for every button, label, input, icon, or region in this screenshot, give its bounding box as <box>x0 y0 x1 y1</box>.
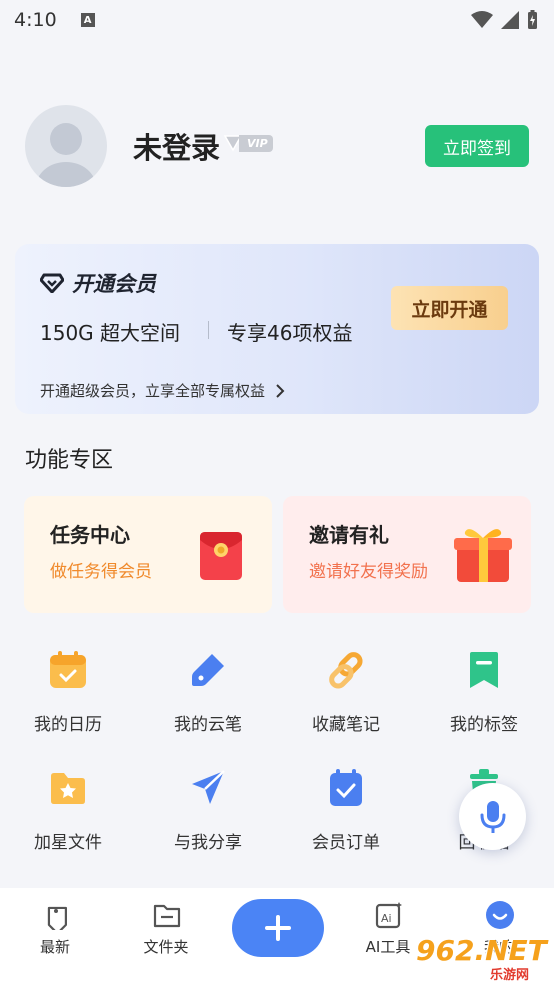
calendar-icon <box>50 651 86 688</box>
default-avatar-icon <box>36 123 96 187</box>
watermark-sub: 乐游网 <box>490 968 530 983</box>
add-button[interactable] <box>232 899 324 957</box>
open-vip-button[interactable]: 立即开通 <box>391 286 508 330</box>
vip-bottom-text: 开通超级会员，立享全部专属权益 <box>40 382 266 400</box>
task-center-card[interactable]: 任务中心 做任务得会员 <box>24 496 272 613</box>
status-icons <box>471 10 538 30</box>
wifi-icon <box>471 11 493 28</box>
nav-latest[interactable]: 最新 <box>5 888 105 984</box>
signal-icon <box>501 11 519 29</box>
diamond-icon <box>40 273 64 293</box>
tag-icon <box>47 906 67 930</box>
grid-label: 我的日历 <box>34 715 102 735</box>
promo-subtitle: 邀请好友得奖励 <box>309 562 428 582</box>
grid-item-calendar[interactable]: 我的日历 <box>10 650 126 750</box>
vip-bottom-link[interactable]: 开通超级会员，立享全部专属权益 <box>40 380 285 401</box>
promo-subtitle: 做任务得会员 <box>50 562 152 582</box>
bookmark-icon <box>470 652 498 688</box>
link-icon <box>329 652 363 689</box>
pen-icon <box>192 654 224 686</box>
nav-label: 文件夹 <box>143 938 189 956</box>
vip-feature-space: 150G 超大空间 <box>40 321 181 345</box>
vip-divider <box>208 321 209 339</box>
promo-title: 邀请有礼 <box>309 523 389 547</box>
invite-card[interactable]: 邀请有礼 邀请好友得奖励 <box>283 496 531 613</box>
chevron-right-icon <box>276 383 285 398</box>
grid-label: 我的标签 <box>450 715 518 735</box>
promo-title: 任务中心 <box>50 523 130 547</box>
grid-label: 会员订单 <box>312 833 380 853</box>
plus-icon <box>265 915 291 941</box>
grid-item-vip-orders[interactable]: 会员订单 <box>288 768 404 868</box>
grid-label: 我的云笔 <box>174 715 242 735</box>
gift-box-icon <box>454 529 512 582</box>
nav-label: 最新 <box>39 938 70 956</box>
send-icon <box>192 770 225 804</box>
grid-label: 加星文件 <box>34 833 102 853</box>
vip-card[interactable]: 开通会员 150G 超大空间 专享46项权益 立即开通 开通超级会员，立享全部专… <box>15 244 539 414</box>
watermark: 962.NET 乐游网 <box>416 934 552 983</box>
vip-title-text: 开通会员 <box>72 272 156 296</box>
vip-card-title: 开通会员 <box>40 268 156 298</box>
grid-label: 收藏笔记 <box>312 715 380 735</box>
grid-item-starred-files[interactable]: 加星文件 <box>10 768 126 868</box>
grid-item-cloud-pen[interactable]: 我的云笔 <box>150 650 266 750</box>
sign-in-button[interactable]: 立即签到 <box>425 125 529 167</box>
order-check-icon <box>330 769 362 806</box>
ai-icon: Ai <box>375 902 402 929</box>
avatar[interactable] <box>25 105 107 187</box>
status-time: 4:10 <box>14 9 57 31</box>
svg-text:Ai: Ai <box>381 912 392 925</box>
grid-label: 与我分享 <box>174 833 242 853</box>
notification-icon: A <box>80 13 95 27</box>
user-name[interactable]: 未登录 <box>133 125 220 167</box>
vip-badge: VIP <box>223 134 277 152</box>
status-bar: 4:10 A <box>0 0 554 40</box>
folder-icon <box>153 904 181 928</box>
grid-item-shared-with-me[interactable]: 与我分享 <box>150 768 266 868</box>
profile-icon <box>486 901 514 929</box>
vip-feature-benefits: 专享46项权益 <box>227 321 353 345</box>
voice-input-button[interactable] <box>459 783 526 850</box>
starred-folder-icon <box>51 773 85 804</box>
watermark-main: 962.NET <box>416 934 547 967</box>
microphone-icon <box>480 800 505 833</box>
profile-header: 未登录 VIP 立即签到 <box>25 105 530 189</box>
red-envelope-icon <box>200 532 242 580</box>
grid-item-tags[interactable]: 我的标签 <box>426 650 542 750</box>
nav-folder[interactable]: 文件夹 <box>116 888 216 984</box>
vip-label: VIP <box>239 134 273 152</box>
grid-item-collect-notes[interactable]: 收藏笔记 <box>288 650 404 750</box>
battery-icon <box>528 10 537 29</box>
section-title: 功能专区 <box>25 448 114 473</box>
